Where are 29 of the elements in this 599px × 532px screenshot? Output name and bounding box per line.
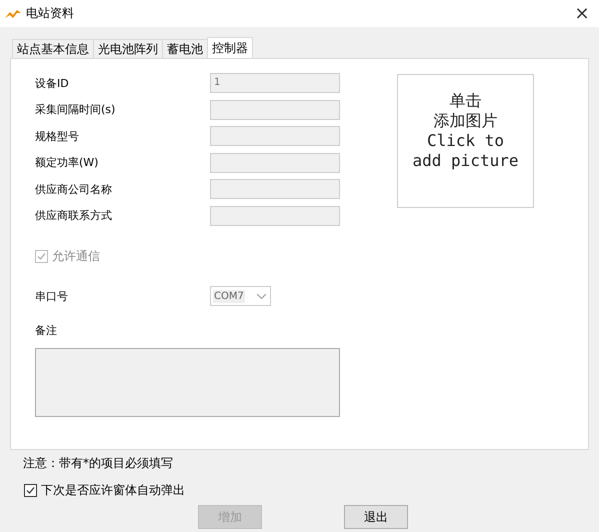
input-field[interactable] [210, 126, 340, 146]
checkbox[interactable] [24, 484, 37, 497]
input-field[interactable] [210, 100, 340, 120]
field-label: 采集间隔时间(s) [35, 102, 116, 117]
port-dropdown[interactable]: COM7 [210, 286, 271, 306]
input-field[interactable] [210, 179, 340, 199]
checkbox-label: 下次是否应许窗体自动弹出 [41, 482, 185, 499]
window-title: 电站资料 [26, 5, 75, 22]
remarks-field[interactable] [35, 348, 340, 416]
tab[interactable]: 控制器 [207, 37, 253, 58]
field-label: 额定功率(W) [35, 155, 100, 170]
field-label: 供应商联系方式 [35, 208, 113, 223]
tab[interactable]: 站点基本信息 [12, 39, 94, 58]
close-button[interactable]: × [567, 3, 597, 24]
field-label: 规格型号 [35, 128, 80, 144]
add-picture-button[interactable]: 单击 添加图片 Click to add picture [397, 74, 534, 208]
note-text: 注意：带有*的项目必须填写 [23, 455, 174, 472]
field-label: 备注 [35, 322, 58, 338]
field-label: 设备ID [35, 76, 70, 90]
field-label: 供应商公司名称 [35, 182, 113, 196]
field-label: 串口号 [35, 288, 69, 304]
dialog-button[interactable]: 退出 [344, 505, 408, 529]
input-field[interactable] [210, 152, 340, 172]
checkbox-label: 允许通信 [52, 248, 100, 264]
tab[interactable]: 光电池阵列 [93, 39, 163, 58]
input-field[interactable] [210, 206, 340, 226]
app-logo-icon [5, 8, 21, 18]
input-field[interactable]: 1 [210, 73, 340, 93]
chevron-down-icon [257, 294, 266, 298]
